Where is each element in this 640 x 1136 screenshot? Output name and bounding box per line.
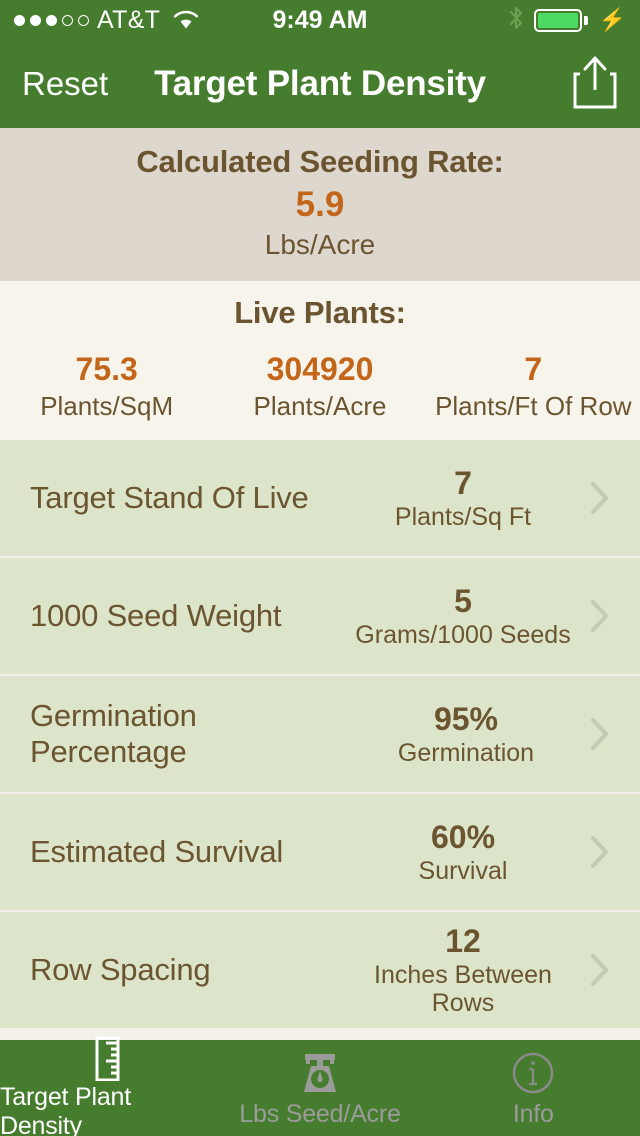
live-plants-grid: 75.3 Plants/SqM 304920 Plants/Acre 7 Pla… bbox=[0, 351, 640, 422]
row-value: 12 bbox=[445, 923, 481, 959]
chevron-right-icon bbox=[580, 953, 620, 987]
live-plants-value: 7 bbox=[524, 351, 543, 387]
status-bar-right: ⚡ bbox=[507, 5, 626, 36]
row-value-group: 7 Plants/Sq Ft bbox=[350, 465, 580, 532]
ruler-icon bbox=[86, 1035, 128, 1081]
lightning-bolt-icon: ⚡ bbox=[598, 7, 626, 32]
share-icon[interactable] bbox=[572, 54, 618, 115]
row-unit: Germination bbox=[397, 738, 535, 767]
list-item-row-spacing[interactable]: Row Spacing 12 Inches Between Rows bbox=[0, 912, 640, 1030]
settings-list: Target Stand Of Live 7 Plants/Sq Ft 1000… bbox=[0, 440, 640, 1040]
row-value: 5 bbox=[454, 582, 472, 619]
tab-bar: Target Plant Density Lbs Seed/Acre Info bbox=[0, 1036, 640, 1136]
live-plants-label: Plants/SqM bbox=[40, 391, 174, 421]
tab-info[interactable]: Info bbox=[427, 1040, 640, 1136]
calculated-value: 5.9 bbox=[295, 185, 345, 224]
list-item-target-stand-of-live[interactable]: Target Stand Of Live 7 Plants/Sq Ft bbox=[0, 440, 640, 558]
tab-label: Target Plant Density bbox=[0, 1083, 132, 1136]
status-bar: AT&T 9:49 AM ⚡ bbox=[0, 0, 640, 40]
carrier-label: AT&T bbox=[97, 5, 161, 34]
row-label: Row Spacing bbox=[30, 952, 211, 987]
row-unit: Plants/Sq Ft bbox=[394, 502, 532, 531]
row-label: Estimated Survival bbox=[30, 834, 284, 869]
live-plants-label: Plants/Acre bbox=[253, 391, 387, 421]
battery-icon bbox=[534, 8, 588, 32]
row-value: 60% bbox=[430, 818, 496, 855]
row-value-group: 95% Germination bbox=[355, 701, 581, 768]
wifi-icon bbox=[172, 7, 200, 34]
chevron-right-icon bbox=[580, 599, 620, 633]
reset-button[interactable]: Reset bbox=[22, 65, 108, 103]
row-unit: Grams/1000 Seeds bbox=[355, 620, 571, 649]
calculated-units: Lbs/Acre bbox=[264, 229, 376, 260]
row-label: 1000 Seed Weight bbox=[30, 598, 282, 633]
row-value: 95% bbox=[433, 700, 498, 737]
tab-target-plant-density[interactable]: Target Plant Density bbox=[0, 1036, 213, 1136]
list-item-estimated-survival[interactable]: Estimated Survival 60% Survival bbox=[0, 794, 640, 912]
tab-label: Info bbox=[512, 1099, 554, 1128]
chevron-right-icon bbox=[580, 835, 620, 869]
row-value-group: 60% Survival bbox=[350, 819, 580, 886]
row-value: 7 bbox=[454, 464, 472, 501]
tab-lbs-seed-per-acre[interactable]: Lbs Seed/Acre bbox=[213, 1040, 426, 1136]
navigation-bar: Reset Target Plant Density bbox=[0, 40, 640, 128]
bluetooth-icon bbox=[507, 5, 525, 36]
live-plants-cell: 75.3 Plants/SqM bbox=[0, 351, 213, 422]
list-item-germination-percentage[interactable]: Germination Percentage 95% Germination bbox=[0, 676, 640, 794]
status-bar-left: AT&T bbox=[14, 6, 200, 35]
live-plants-cell: 7 Plants/Ft Of Row bbox=[427, 351, 640, 422]
row-unit: Survival bbox=[418, 856, 508, 885]
calculated-seeding-rate-panel: Calculated Seeding Rate: 5.9 Lbs/Acre bbox=[0, 128, 640, 281]
list-item-1000-seed-weight[interactable]: 1000 Seed Weight 5 Grams/1000 Seeds bbox=[0, 558, 640, 676]
row-value-group: 5 Grams/1000 Seeds bbox=[350, 583, 580, 650]
row-value-group: 12 Inches Between Rows bbox=[350, 923, 580, 1017]
info-circle-icon bbox=[510, 1048, 556, 1098]
live-plants-panel: Live Plants: 75.3 Plants/SqM 304920 Plan… bbox=[0, 281, 640, 440]
row-unit: Inches Between Rows bbox=[374, 961, 552, 1017]
live-plants-label: Plants/Ft Of Row bbox=[435, 391, 632, 421]
kitchen-scale-icon bbox=[296, 1048, 344, 1098]
live-plants-cell: 304920 Plants/Acre bbox=[213, 351, 426, 422]
calculated-title: Calculated Seeding Rate: bbox=[136, 144, 504, 179]
chevron-right-icon bbox=[580, 481, 620, 515]
row-label: Germination Percentage bbox=[30, 698, 197, 769]
live-plants-value: 75.3 bbox=[75, 351, 138, 387]
signal-strength-icon bbox=[14, 14, 89, 26]
tab-label: Lbs Seed/Acre bbox=[239, 1099, 401, 1128]
live-plants-title: Live Plants: bbox=[234, 295, 406, 330]
app-screen: AT&T 9:49 AM ⚡ Reset Target Plant Densit… bbox=[0, 0, 640, 1136]
live-plants-value: 304920 bbox=[266, 351, 374, 387]
chevron-right-icon bbox=[581, 717, 620, 751]
row-label: Target Stand Of Live bbox=[30, 480, 309, 515]
